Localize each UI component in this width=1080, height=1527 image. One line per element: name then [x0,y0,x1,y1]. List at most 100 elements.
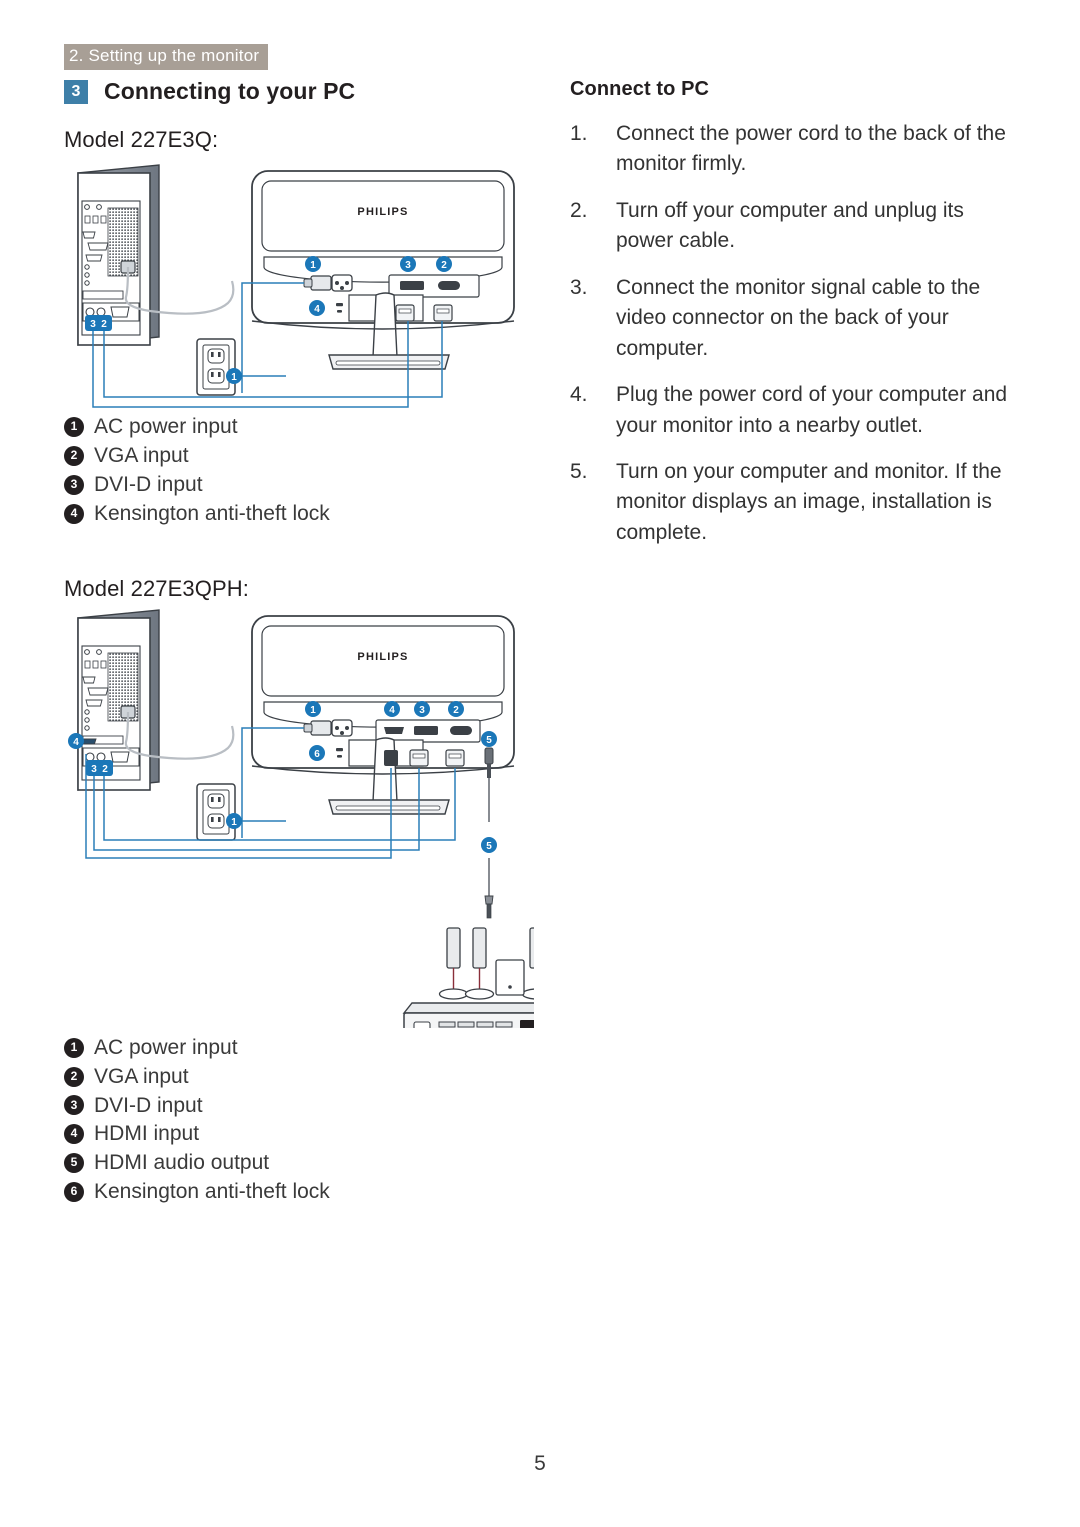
wall-outlet-figure1 [196,338,236,396]
svg-text:6: 6 [314,749,320,760]
step-item: 2. Turn off your computer and unplug its… [570,196,1022,257]
av-receiver [402,1001,534,1028]
page-number: 5 [534,1452,546,1475]
audio-jack-plug-speakers [484,895,494,919]
legend-item: 4 Kensington anti-theft lock [64,500,534,528]
legend-bullet: 4 [64,503,84,524]
svg-text:1: 1 [310,705,316,716]
step-number: 5. [570,459,588,483]
philips-logo-figure2: PHILIPS [357,651,408,663]
monitor-figure1: PHILIPS [251,170,515,370]
section-heading: 3 Connecting to your PC [64,78,534,105]
left-column: 3 Connecting to your PC Model 227E3Q: PH… [64,78,534,1207]
legend-label: Kensington anti-theft lock [94,501,330,525]
callout-2-monitor: 2 [436,256,452,272]
step-number: 3. [570,275,588,299]
callout-1-monitor: 1 [305,700,321,717]
callout-5-audio-cable: 5 [481,836,497,853]
home-audio-system-figure2 [402,883,534,1028]
svg-text:2: 2 [441,260,447,271]
connect-steps-list: 1. Connect the power cord to the back of… [570,119,1022,548]
legend-item: 6 Kensington anti-theft lock [64,1178,534,1206]
legend-bullet: 3 [64,474,84,495]
callout-1-outlet: 1 [226,368,242,384]
right-column: Connect to PC 1. Connect the power cord … [570,78,1022,564]
step-text: Turn off your computer and unplug its po… [616,198,964,253]
svg-text:4: 4 [314,304,320,315]
legend-bullet: 3 [64,1095,84,1116]
svg-text:3: 3 [91,764,97,775]
svg-text:2: 2 [101,319,107,330]
svg-text:3: 3 [90,319,96,330]
legend-bullet: 2 [64,445,84,466]
svg-text:3: 3 [419,705,425,716]
legend-list-227e3qph: 1 AC power input 2 VGA input 3 DVI-D inp… [64,1034,534,1207]
callout-4-monitor: 4 [309,300,325,316]
step-item: 1. Connect the power cord to the back of… [570,119,1022,180]
step-item: 4. Plug the power cord of your computer … [570,380,1022,441]
step-text: Connect the power cord to the back of th… [616,122,1006,176]
callout-2-pc: 2 [97,759,113,776]
legend-label: DVI-D input [94,1093,203,1117]
legend-bullet: 1 [64,416,84,437]
monitor-figure2: PHILIPS [251,614,515,815]
legend-label: VGA input [94,1064,189,1088]
legend-item: 3 DVI-D input [64,471,534,499]
svg-text:2: 2 [453,705,459,716]
legend-item: 1 AC power input [64,1034,534,1062]
svg-text:2: 2 [102,764,108,775]
legend-item: 4 HDMI input [64,1120,534,1148]
model-227e3q-heading: Model 227E3Q: [64,127,219,152]
section-number-badge: 3 [64,79,88,104]
svg-text:1: 1 [231,372,237,383]
legend-label: DVI-D input [94,472,203,496]
legend-bullet: 2 [64,1066,84,1087]
step-item: 5. Turn on your computer and monitor. If… [570,457,1022,548]
callout-6-monitor: 6 [309,744,325,761]
connect-to-pc-title: Connect to PC [570,78,710,100]
callout-5-monitor: 5 [481,730,497,747]
callout-2-pc: 2 [96,315,112,331]
svg-text:4: 4 [389,705,395,716]
step-number: 1. [570,122,588,145]
legend-label: AC power input [94,1035,238,1059]
callout-4-pc: 4 [68,732,84,749]
legend-bullet: 4 [64,1124,84,1145]
section-tab: 2. Setting up the monitor [64,44,269,70]
callout-2-monitor: 2 [448,700,464,717]
svg-text:1: 1 [310,260,316,271]
step-text: Plug the power cord of your computer and… [616,383,1008,437]
legend-label: Kensington anti-theft lock [94,1180,330,1204]
callout-3-monitor: 3 [414,700,430,717]
step-text: Connect the monitor signal cable to the … [616,275,981,360]
figure-227e3qph-connection-diagram: PHILIPS 1 4 3 2 6 5 4 3 2 1 5 [68,608,534,1028]
figure-227e3q-connection-diagram: PHILIPS 1 3 2 4 3 2 1 [77,164,515,408]
legend-bullet: 6 [64,1182,84,1203]
legend-item: 5 HDMI audio output [64,1149,534,1177]
svg-text:1: 1 [231,817,237,828]
section-title: Connecting to your PC [104,78,356,104]
model-227e3qph-heading: Model 227E3QPH: [64,575,249,601]
svg-text:4: 4 [73,737,79,748]
legend-item: 1 AC power input [64,413,534,441]
legend-label: VGA input [94,443,189,467]
audio-jack-plug-monitor [484,747,494,778]
legend-label: HDMI input [94,1122,200,1146]
svg-text:3: 3 [405,260,411,271]
legend-item: 2 VGA input [64,442,534,470]
callout-1-outlet: 1 [226,812,242,829]
philips-logo-figure1: PHILIPS [357,206,408,218]
legend-item: 2 VGA input [64,1063,534,1091]
legend-bullet: 5 [64,1153,84,1174]
legend-bullet: 1 [64,1037,84,1058]
callout-4-monitor: 4 [384,700,400,717]
step-text: Turn on your computer and monitor. If th… [616,459,1002,544]
step-item: 3. Connect the monitor signal cable to t… [570,273,1022,364]
legend-label: HDMI audio output [94,1151,270,1175]
legend-list-227e3q: 1 AC power input 2 VGA input 3 DVI-D inp… [64,413,534,528]
callout-3-monitor: 3 [400,256,416,272]
step-number: 4. [570,383,588,407]
step-number: 2. [570,198,588,222]
wall-outlet-figure2 [196,782,236,841]
svg-text:5: 5 [486,841,492,852]
